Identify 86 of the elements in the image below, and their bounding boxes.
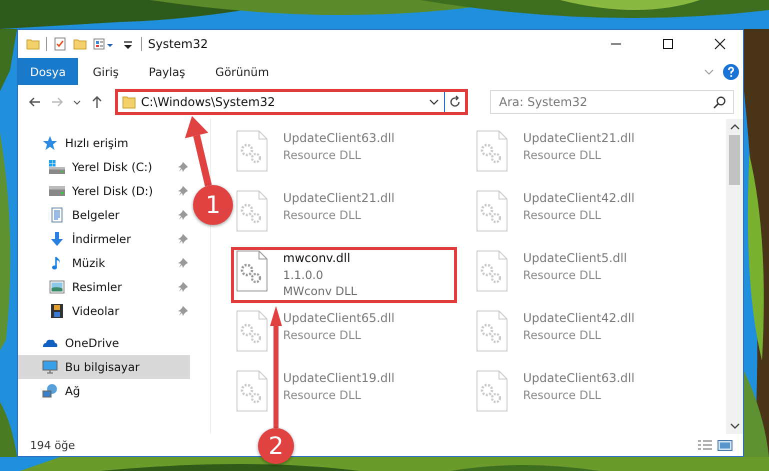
dll-file-icon[interactable] xyxy=(475,250,509,292)
file-name[interactable]: UpdateClient21.dll xyxy=(283,190,395,207)
dll-file-icon[interactable] xyxy=(235,130,269,172)
network-icon xyxy=(42,383,58,399)
file-version: 1.1.0.0 xyxy=(283,267,324,283)
file-description: Resource DLL xyxy=(523,147,602,163)
sidebar-item[interactable]: Videolar xyxy=(18,299,190,323)
file-name[interactable]: mwconv.dll xyxy=(283,250,358,267)
scroll-up-icon[interactable] xyxy=(730,123,740,131)
pin-icon[interactable] xyxy=(178,306,188,316)
ribbon-tab[interactable]: Paylaş xyxy=(134,58,200,85)
folder-icon[interactable] xyxy=(26,37,40,51)
file-description: Resource DLL xyxy=(523,267,602,283)
drive-icon xyxy=(49,183,65,199)
pin-icon[interactable] xyxy=(178,234,188,244)
file-name[interactable]: UpdateClient19.dll xyxy=(283,370,395,387)
help-icon[interactable] xyxy=(723,64,739,80)
back-arrow-icon[interactable] xyxy=(28,95,42,109)
download-arrow-icon xyxy=(49,231,65,247)
pin-icon[interactable] xyxy=(178,186,188,196)
dll-file-icon[interactable] xyxy=(235,190,269,232)
dll-file-icon[interactable] xyxy=(475,310,509,352)
sidebar-item[interactable]: Bu bilgisayar xyxy=(18,355,190,379)
search-icon[interactable] xyxy=(713,96,726,109)
file-description: Resource DLL xyxy=(283,387,362,403)
dll-file-icon[interactable] xyxy=(475,190,509,232)
address-bar[interactable]: C:\Windows\System32 xyxy=(115,89,468,115)
ribbon-tab[interactable]: Giriş xyxy=(78,58,134,85)
sidebar-item[interactable]: İndirmeler xyxy=(18,227,190,251)
maximize-icon xyxy=(662,38,674,50)
item-count: 194 öğe xyxy=(30,438,75,452)
folder-icon xyxy=(122,95,136,109)
sidebar-item[interactable]: Hızlı erişim xyxy=(18,131,190,155)
drive-icon xyxy=(49,159,65,175)
image-icon xyxy=(49,279,65,295)
large-icons-view-icon[interactable] xyxy=(717,438,733,452)
file-name[interactable]: UpdateClient5.dll xyxy=(523,250,627,267)
scrollbar[interactable] xyxy=(726,119,743,434)
file-name[interactable]: UpdateClient42.dll xyxy=(523,310,635,327)
file-description: Resource DLL xyxy=(523,327,602,343)
ribbon-tab[interactable]: Görünüm xyxy=(200,58,284,85)
pin-icon[interactable] xyxy=(178,282,188,292)
close-icon xyxy=(714,38,726,50)
computer-icon xyxy=(42,359,58,375)
forward-arrow-icon[interactable] xyxy=(50,95,64,109)
pin-icon[interactable] xyxy=(178,210,188,220)
file-description: MWconv DLL xyxy=(283,283,358,299)
file-description: Resource DLL xyxy=(523,207,602,223)
file-description: Resource DLL xyxy=(283,207,362,223)
checklist-icon[interactable] xyxy=(53,37,67,51)
sidebar-item[interactable]: OneDrive xyxy=(18,331,190,355)
sidebar-item[interactable]: Resimler xyxy=(18,275,190,299)
file-name[interactable]: UpdateClient63.dll xyxy=(523,370,635,387)
sidebar-item[interactable]: Yerel Disk (D:) xyxy=(18,179,190,203)
scrollbar-thumb[interactable] xyxy=(729,135,740,185)
file-name[interactable]: UpdateClient42.dll xyxy=(523,190,635,207)
ribbon-tab[interactable]: Dosya xyxy=(18,58,78,85)
file-name[interactable]: UpdateClient63.dll xyxy=(283,130,395,147)
film-icon xyxy=(49,303,65,319)
new-folder-icon[interactable] xyxy=(73,37,87,51)
file-name[interactable]: UpdateClient21.dll xyxy=(523,130,635,147)
arrow xyxy=(184,116,212,186)
pin-icon[interactable] xyxy=(178,162,188,172)
refresh-icon xyxy=(448,95,462,109)
dll-file-icon[interactable] xyxy=(235,250,269,292)
up-arrow-icon[interactable] xyxy=(90,95,104,109)
file-description: Resource DLL xyxy=(523,387,602,403)
star-icon xyxy=(42,135,58,151)
window-title: System32 xyxy=(148,37,208,51)
dll-file-icon[interactable] xyxy=(235,370,269,412)
search-field[interactable]: Ara: System32 xyxy=(490,90,734,114)
properties-icon[interactable] xyxy=(93,37,115,51)
pin-icon[interactable] xyxy=(178,258,188,268)
sidebar-item[interactable]: Belgeler xyxy=(18,203,190,227)
dll-file-icon[interactable] xyxy=(235,310,269,352)
sidebar-item[interactable]: Ağ xyxy=(18,379,190,403)
details-view-icon[interactable] xyxy=(697,438,713,452)
file-description: Resource DLL xyxy=(283,327,362,343)
document-icon xyxy=(49,207,65,223)
file-description: Resource DLL xyxy=(283,147,362,163)
file-name[interactable]: UpdateClient65.dll xyxy=(283,310,395,327)
scroll-down-icon[interactable] xyxy=(730,422,740,430)
sidebar-item[interactable]: Yerel Disk (C:) xyxy=(18,155,190,179)
sidebar-item[interactable]: Müzik xyxy=(18,251,190,275)
dll-file-icon[interactable] xyxy=(475,370,509,412)
dll-file-icon[interactable] xyxy=(475,130,509,172)
